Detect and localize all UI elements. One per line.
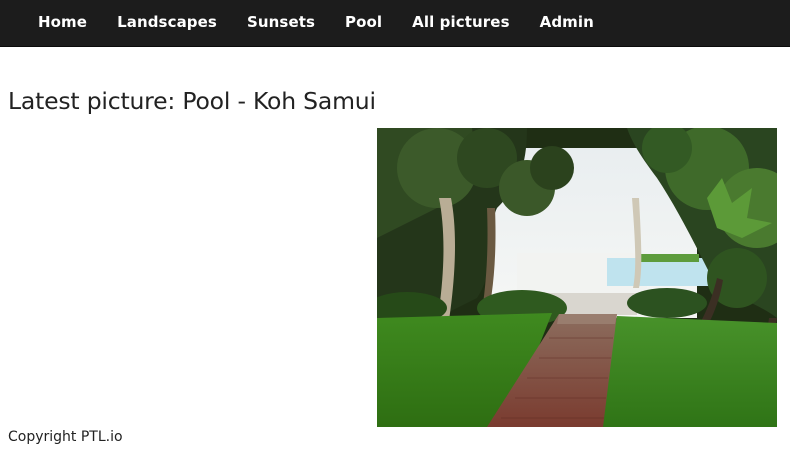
nav-item-home[interactable]: Home [23, 0, 102, 46]
nav-item-all-pictures[interactable]: All pictures [397, 0, 524, 46]
nav-item-landscapes[interactable]: Landscapes [102, 0, 232, 46]
latest-picture-image[interactable] [377, 128, 777, 427]
footer-copyright: Copyright PTL.io [8, 429, 123, 445]
nav-item-admin[interactable]: Admin [525, 0, 609, 46]
page-title: Latest picture: Pool - Koh Samui [8, 87, 376, 115]
nav-item-sunsets[interactable]: Sunsets [232, 0, 330, 46]
nav-item-pool[interactable]: Pool [330, 0, 397, 46]
photo-illustration [377, 128, 777, 427]
nav-menu: Home Landscapes Sunsets Pool All picture… [0, 0, 609, 46]
top-navbar: Home Landscapes Sunsets Pool All picture… [0, 0, 790, 47]
